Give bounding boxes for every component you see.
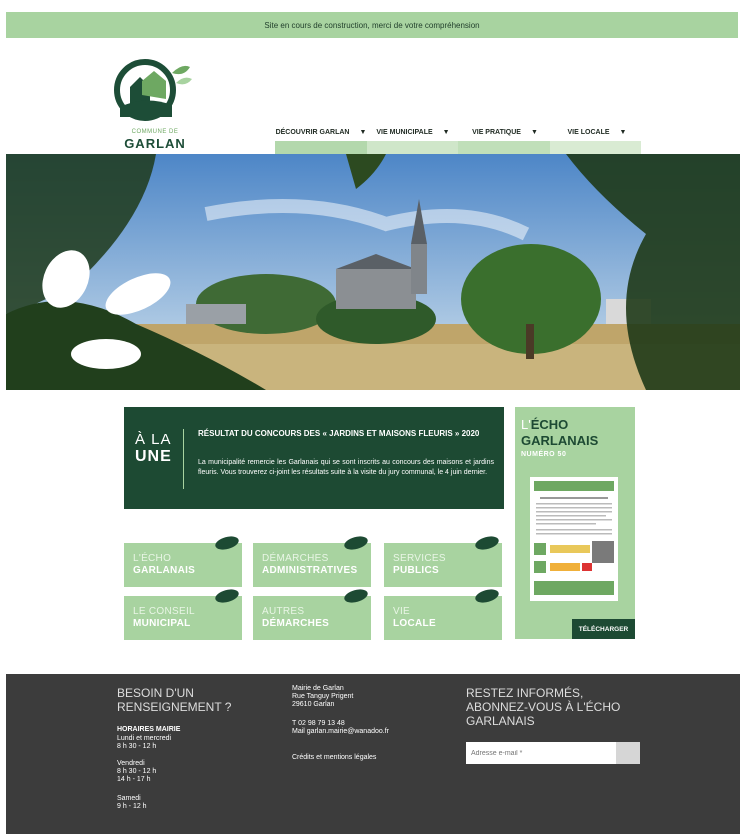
leaf-icon bbox=[475, 589, 499, 603]
leaf-icon bbox=[344, 536, 368, 550]
newsletter-cover-image[interactable] bbox=[530, 477, 618, 601]
logo-house-icon bbox=[114, 59, 192, 121]
divider bbox=[183, 429, 184, 489]
echo-number: NUMÉRO 50 bbox=[521, 451, 567, 458]
tile-label-1: VIE bbox=[393, 606, 411, 617]
tile-label-2: MUNICIPAL bbox=[133, 618, 191, 629]
leaf-icon bbox=[215, 589, 239, 603]
tile-autres-demarches[interactable]: AUTRES DÉMARCHES bbox=[253, 589, 371, 640]
tile-label-2: GARLANAIS bbox=[133, 565, 196, 576]
nav-label: DÉCOUVRIR GARLAN bbox=[275, 128, 350, 136]
une-label-b: UNE bbox=[135, 448, 172, 465]
leaf-icon bbox=[215, 536, 239, 550]
news-title[interactable]: RÉSULTAT DU CONCOURS DES « JARDINS ET MA… bbox=[198, 429, 498, 439]
newsletter-heading: RESTEZ INFORMÉS, ABONNEZ-VOUS À L'ÉCHO G… bbox=[466, 686, 621, 728]
une-label-a: À LA bbox=[135, 431, 172, 448]
hero-image bbox=[6, 154, 740, 390]
tile-vie-locale[interactable]: VIE LOCALE bbox=[384, 589, 502, 640]
nav-vie-municipale[interactable]: VIE MUNICIPALE ▼ bbox=[367, 123, 459, 141]
echo-prefix: L' bbox=[521, 417, 531, 432]
banner-text: Site en cours de construction, merci de … bbox=[264, 20, 480, 30]
download-button[interactable]: TÉLÉCHARGER bbox=[572, 619, 635, 639]
tile-label-1: AUTRES bbox=[262, 606, 305, 617]
tile-label-2: PUBLICS bbox=[393, 565, 439, 576]
leaf-icon bbox=[475, 536, 499, 550]
tile-services-publics[interactable]: SERVICES PUBLICS bbox=[384, 536, 502, 587]
caret-down-icon: ▼ bbox=[359, 128, 367, 136]
footer: BESOIN D'UN RENSEIGNEMENT ? HORAIRES MAI… bbox=[6, 674, 740, 834]
nav-decouvrir[interactable]: DÉCOUVRIR GARLAN ▼ bbox=[275, 123, 367, 141]
construction-banner: Site en cours de construction, merci de … bbox=[6, 12, 738, 38]
tile-label-2: ADMINISTRATIVES bbox=[262, 565, 358, 576]
echo-title-text: ÉCHO GARLANAIS bbox=[521, 417, 599, 448]
newsletter-email-input[interactable] bbox=[466, 742, 616, 764]
nav-label: VIE PRATIQUE bbox=[472, 128, 521, 136]
leaf-icon bbox=[344, 589, 368, 603]
tile-label-2: LOCALE bbox=[393, 618, 436, 629]
hours-line: 9 h - 12 h bbox=[117, 803, 147, 810]
echo-title: L'ÉCHO GARLANAIS bbox=[521, 417, 635, 449]
logo[interactable]: COMMUNE DE GARLAN bbox=[110, 55, 200, 151]
tile-label-1: SERVICES bbox=[393, 553, 446, 564]
credits-link[interactable]: Crédits et mentions légales bbox=[292, 754, 376, 763]
tile-label-1: L'ÉCHO bbox=[133, 553, 172, 564]
news-text: La municipalité remercie les Garlanais q… bbox=[198, 459, 494, 476]
tile-conseil-municipal[interactable]: LE CONSEIL MUNICIPAL bbox=[124, 589, 242, 640]
nav-label: VIE MUNICIPALE bbox=[376, 128, 433, 136]
echo-garlanais-panel: L'ÉCHO GARLANAIS NUMÉRO 50 TÉLÉCHARGER bbox=[515, 407, 635, 639]
tile-label-1: DÉMARCHES bbox=[262, 553, 329, 564]
logo-name: GARLAN bbox=[124, 136, 186, 151]
hours-line: 8 h 30 - 12 h bbox=[117, 743, 157, 750]
nav-label: VIE LOCALE bbox=[567, 128, 610, 136]
main-nav: DÉCOUVRIR GARLAN ▼ VIE MUNICIPALE ▼ VIE PR… bbox=[275, 123, 643, 141]
newsletter-submit-button[interactable] bbox=[616, 742, 640, 764]
address-line: 29610 Garlan bbox=[292, 701, 335, 708]
logo-subtitle: COMMUNE DE bbox=[131, 129, 179, 135]
a-la-une-block[interactable]: À LA UNE RÉSULTAT DU CONCOURS DES « JARD… bbox=[124, 407, 504, 509]
footer-info-heading: BESOIN D'UN RENSEIGNEMENT ? bbox=[117, 686, 232, 714]
tile-label-1: LE CONSEIL bbox=[133, 606, 195, 617]
nav-vie-pratique[interactable]: VIE PRATIQUE ▼ bbox=[459, 123, 551, 141]
email-link[interactable]: Mail garlan.mairie@wanadoo.fr bbox=[292, 728, 389, 737]
nav-vie-locale[interactable]: VIE LOCALE ▼ bbox=[551, 123, 643, 141]
caret-down-icon: ▼ bbox=[442, 128, 450, 136]
hours-title: HORAIRES MAIRIE bbox=[117, 726, 181, 733]
hours-line: 14 h - 17 h bbox=[117, 776, 151, 783]
nav-color-tabs bbox=[275, 141, 641, 154]
tile-demarches-administratives[interactable]: DÉMARCHES ADMINISTRATIVES bbox=[253, 536, 371, 587]
tile-echo-garlanais[interactable]: L'ÉCHO GARLANAIS bbox=[124, 536, 242, 587]
caret-down-icon: ▼ bbox=[619, 128, 627, 136]
caret-down-icon: ▼ bbox=[530, 128, 538, 136]
tile-label-2: DÉMARCHES bbox=[262, 618, 330, 629]
